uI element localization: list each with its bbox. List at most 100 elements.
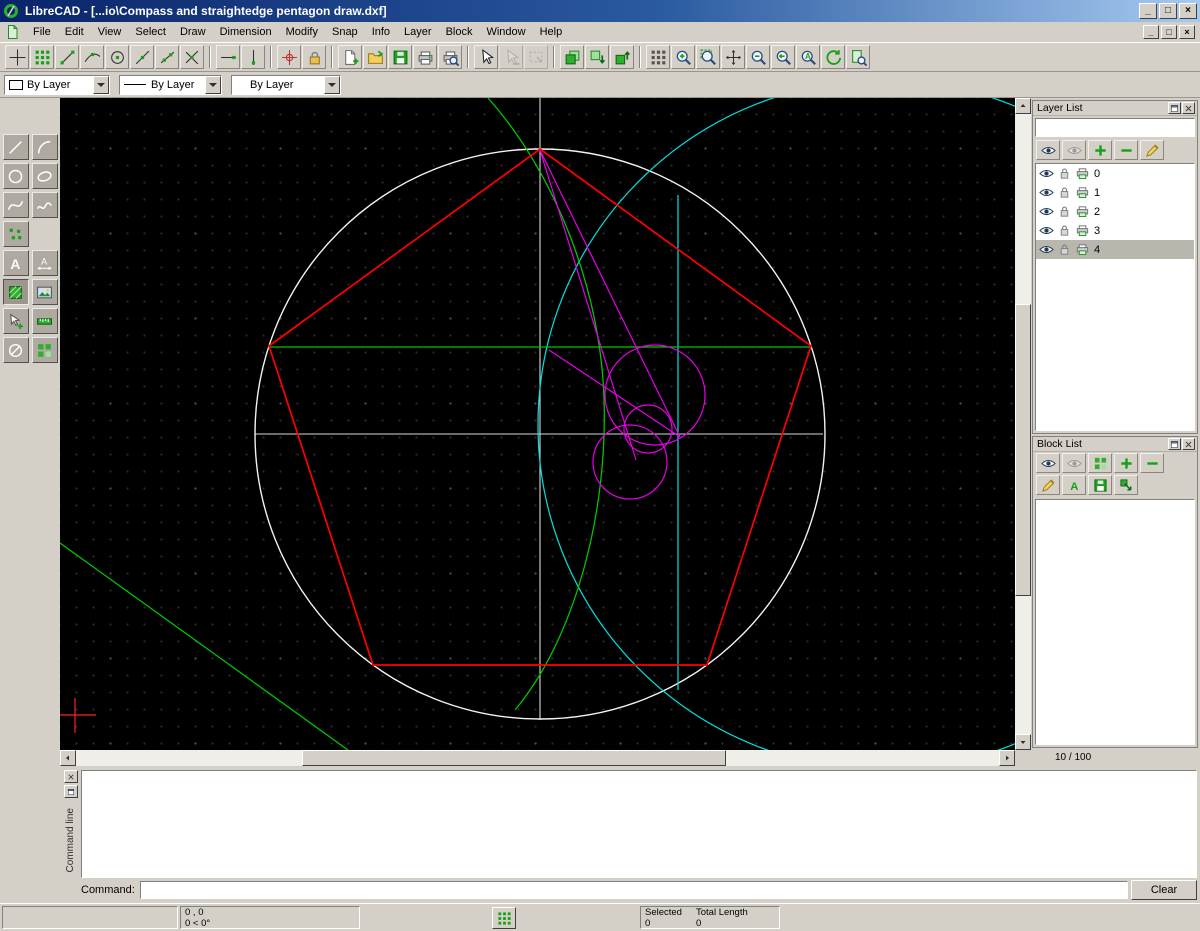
- snap-on-entity-button[interactable]: [80, 45, 104, 69]
- dropdown-arrow-icon[interactable]: [324, 76, 340, 94]
- layer-row-4[interactable]: 4: [1036, 240, 1194, 259]
- print-preview-button[interactable]: [438, 45, 462, 69]
- remove-layer-button[interactable]: [1114, 140, 1138, 160]
- menu-file[interactable]: File: [26, 23, 58, 41]
- hide-all-blocks-button[interactable]: [1062, 453, 1086, 473]
- draw-circle-button[interactable]: [3, 163, 29, 189]
- zoom-pan-button[interactable]: [721, 45, 745, 69]
- layer-visibility-icon[interactable]: [1038, 166, 1054, 182]
- layer-visibility-icon[interactable]: [1038, 204, 1054, 220]
- layer-lock-icon[interactable]: [1056, 242, 1072, 258]
- layer-panel-float-button[interactable]: [1168, 102, 1181, 114]
- menu-window[interactable]: Window: [479, 23, 532, 41]
- modify-button[interactable]: [3, 308, 29, 334]
- construction-line-magenta-2[interactable]: [540, 150, 636, 460]
- menu-block[interactable]: Block: [439, 23, 480, 41]
- snap-middle-button[interactable]: [130, 45, 154, 69]
- clear-button[interactable]: Clear: [1131, 880, 1197, 900]
- order-lower-button[interactable]: [585, 45, 609, 69]
- select-window-button[interactable]: [524, 45, 548, 69]
- pen-color-combo[interactable]: By Layer: [4, 75, 110, 95]
- horizontal-scroll-thumb[interactable]: [302, 750, 726, 766]
- open-drawing-button[interactable]: [363, 45, 387, 69]
- layer-lock-icon[interactable]: [1056, 185, 1072, 201]
- scroll-up-button[interactable]: [1015, 98, 1031, 114]
- layer-filter-input[interactable]: [1035, 118, 1195, 137]
- menu-select[interactable]: Select: [128, 23, 173, 41]
- remove-block-button[interactable]: [1140, 453, 1164, 473]
- construction-line-magenta-1[interactable]: [540, 150, 680, 437]
- create-block-button[interactable]: [1088, 453, 1112, 473]
- draw-dimension-button[interactable]: A: [32, 250, 58, 276]
- layer-row-0[interactable]: 0: [1036, 164, 1194, 183]
- menu-info[interactable]: Info: [365, 23, 397, 41]
- scroll-right-button[interactable]: [999, 750, 1015, 766]
- zoom-in-button[interactable]: [671, 45, 695, 69]
- layer-print-icon[interactable]: [1074, 242, 1090, 258]
- construction-arc-green[interactable]: [488, 98, 604, 710]
- block-panel-close-button[interactable]: [1182, 438, 1195, 450]
- snap-indicator-button[interactable]: [492, 907, 516, 929]
- explode-button[interactable]: [3, 337, 29, 363]
- pen-width-combo[interactable]: By Layer: [231, 75, 341, 95]
- vertical-scroll-thumb[interactable]: [1015, 304, 1031, 596]
- zoom-window-button[interactable]: [696, 45, 720, 69]
- draw-curve-button[interactable]: [3, 192, 29, 218]
- layer-row-1[interactable]: 1: [1036, 183, 1194, 202]
- order-bottom-button[interactable]: [560, 45, 584, 69]
- scroll-left-button[interactable]: [60, 750, 76, 766]
- lock-relative-zero-button[interactable]: [302, 45, 326, 69]
- layer-lock-icon[interactable]: [1056, 204, 1072, 220]
- save-block-button[interactable]: [1088, 475, 1112, 495]
- layer-panel-close-button[interactable]: [1182, 102, 1195, 114]
- construction-circle-magenta-1[interactable]: [605, 345, 705, 445]
- hide-all-layers-button[interactable]: [1062, 140, 1086, 160]
- save-drawing-button[interactable]: [388, 45, 412, 69]
- restrict-vertical-button[interactable]: [241, 45, 265, 69]
- pen-linetype-combo[interactable]: By Layer: [119, 75, 222, 95]
- construction-arc-green-bottomleft[interactable]: [60, 543, 348, 750]
- menu-draw[interactable]: Draw: [173, 23, 213, 41]
- draw-freehand-button[interactable]: [32, 192, 58, 218]
- mdi-minimize-button[interactable]: _: [1143, 25, 1159, 39]
- layer-lock-icon[interactable]: [1056, 223, 1072, 239]
- show-all-blocks-button[interactable]: [1036, 453, 1060, 473]
- draw-image-button[interactable]: [32, 279, 58, 305]
- dropdown-arrow-icon[interactable]: [205, 76, 221, 94]
- minimize-button[interactable]: _: [1139, 3, 1157, 19]
- construction-circle-magenta-2[interactable]: [593, 425, 667, 499]
- block-tools-button[interactable]: [32, 337, 58, 363]
- snap-free-button[interactable]: [5, 45, 29, 69]
- draw-hatch-button[interactable]: [3, 279, 29, 305]
- menu-layer[interactable]: Layer: [397, 23, 439, 41]
- horizontal-scrollbar[interactable]: [60, 750, 1015, 766]
- new-drawing-button[interactable]: [338, 45, 362, 69]
- command-input[interactable]: [140, 881, 1128, 899]
- snap-distance-button[interactable]: [155, 45, 179, 69]
- add-layer-button[interactable]: [1088, 140, 1112, 160]
- measure-button[interactable]: [32, 308, 58, 334]
- insert-block-button[interactable]: [1114, 475, 1138, 495]
- zoom-previous-button[interactable]: [771, 45, 795, 69]
- zoom-out-button[interactable]: [746, 45, 770, 69]
- restrict-horizontal-button[interactable]: [216, 45, 240, 69]
- layer-lock-icon[interactable]: [1056, 166, 1072, 182]
- set-relative-zero-button[interactable]: [277, 45, 301, 69]
- grid-toggle-button[interactable]: [646, 45, 670, 69]
- restore-button[interactable]: □: [1159, 3, 1177, 19]
- snap-center-button[interactable]: [105, 45, 129, 69]
- snap-endpoint-button[interactable]: [55, 45, 79, 69]
- layer-visibility-icon[interactable]: [1038, 223, 1054, 239]
- layer-row-2[interactable]: 2: [1036, 202, 1194, 221]
- attributes-block-button[interactable]: A: [1062, 475, 1086, 495]
- print-button[interactable]: [413, 45, 437, 69]
- menu-edit[interactable]: Edit: [58, 23, 91, 41]
- snap-grid-button[interactable]: [30, 45, 54, 69]
- menu-dimension[interactable]: Dimension: [213, 23, 279, 41]
- redraw-button[interactable]: [821, 45, 845, 69]
- layer-print-icon[interactable]: [1074, 166, 1090, 182]
- draw-text-button[interactable]: A: [3, 250, 29, 276]
- draw-line-button[interactable]: [3, 134, 29, 160]
- layer-print-icon[interactable]: [1074, 204, 1090, 220]
- deselect-all-button[interactable]: [499, 45, 523, 69]
